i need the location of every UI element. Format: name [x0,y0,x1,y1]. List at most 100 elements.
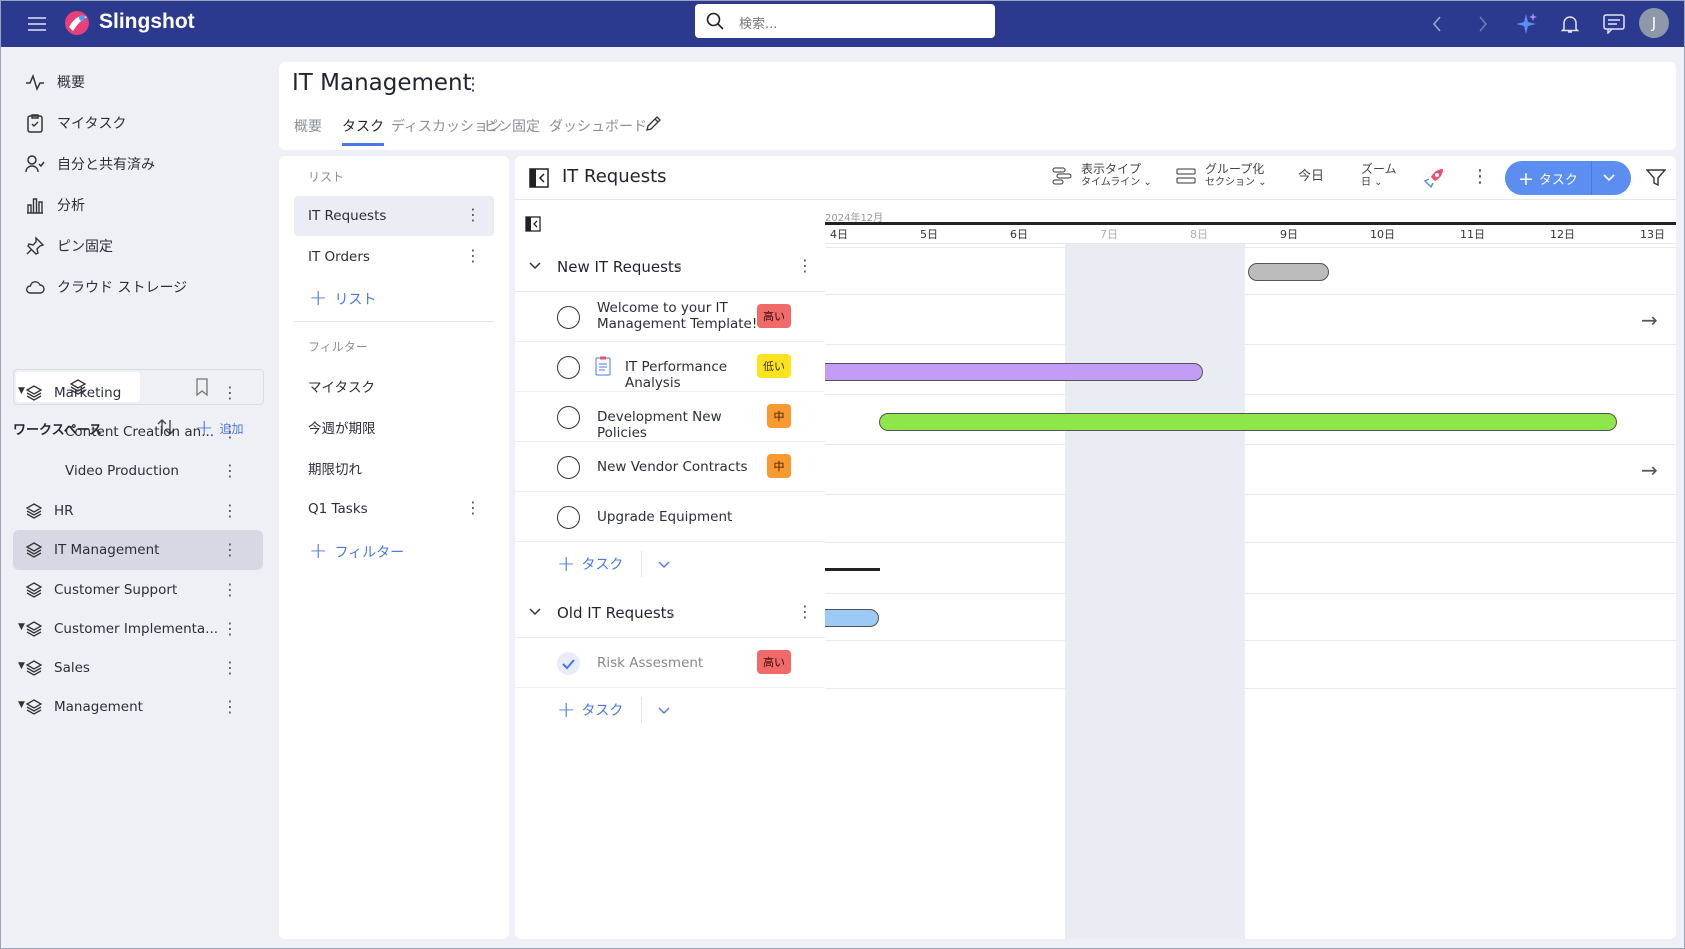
task-checkbox[interactable] [557,456,580,479]
scroll-to-task-arrow-icon[interactable]: → [1641,458,1658,482]
rocket-icon[interactable] [1423,167,1445,193]
workspace-item[interactable]: ▼ Management ⋮ [13,687,263,727]
workspace-more-icon[interactable]: ⋮ [222,580,238,599]
task-complete-checkbox[interactable] [557,652,580,675]
priority-badge[interactable]: 低い [757,354,791,378]
expand-caret-icon[interactable]: ▼ [18,622,25,632]
workspace-item[interactable]: Video Production ⋮ [13,451,263,491]
forward-arrow-icon[interactable] [1469,10,1497,38]
priority-badge[interactable]: 中 [767,454,791,478]
section-more-icon[interactable]: ⋮ [797,602,813,621]
nav-item-shared[interactable]: 自分と共有済み [25,149,265,179]
today-button[interactable]: 今日 [1298,170,1324,184]
task-row[interactable]: Welcome to your IT Management Template! 高… [515,292,825,342]
collapse-task-list-icon[interactable] [525,216,541,236]
task-row[interactable]: Risk Assesment 高い [515,638,825,688]
task-checkbox[interactable] [557,356,580,379]
expand-caret-icon[interactable]: ▼ [18,700,25,710]
tab-dashboard[interactable]: ダッシュボード [549,116,647,136]
list-more-icon[interactable]: ⋮ [465,246,481,265]
hamburger-menu-icon[interactable] [23,10,51,38]
collapse-sidebar-icon[interactable] [529,168,549,192]
list-item-it-orders[interactable]: IT Orders ⋮ [294,237,494,277]
search-input[interactable]: 検索... [695,4,995,38]
tab-pinned[interactable]: ピン固定 [484,116,540,136]
board-more-icon[interactable]: ⋮ [1471,166,1489,187]
add-task-inline-button[interactable]: + タスク [557,697,672,723]
nav-item-analytics[interactable]: 分析 [25,190,265,220]
tab-tasks[interactable]: タスク [342,116,384,146]
section-count: 5 [675,261,682,274]
workspace-more-icon[interactable]: ⋮ [222,461,238,480]
task-row[interactable]: Upgrade Equipment [515,492,825,542]
cloud-icon [26,281,45,294]
scroll-to-task-arrow-icon[interactable]: → [1641,308,1658,332]
add-task-inline-button[interactable]: + タスク [557,551,672,577]
expand-caret-icon[interactable]: ▼ [18,386,25,396]
task-timeline-bar[interactable] [1248,263,1329,281]
task-checkbox[interactable] [557,506,580,529]
edit-tabs-pencil-icon[interactable] [644,115,662,137]
workspace-item[interactable]: ▼ Marketing ⋮ [13,373,263,413]
ai-sparkle-icon[interactable] [1512,10,1540,38]
chevron-down-icon[interactable] [527,603,543,623]
workspace-more-icon[interactable]: ⋮ [222,658,238,677]
filter-more-icon[interactable]: ⋮ [465,498,481,517]
nav-item-pinned[interactable]: ピン固定 [25,231,265,261]
priority-badge[interactable]: 高い [757,650,791,674]
task-row[interactable]: IT Performance Analysis 低い [515,342,825,392]
workspace-label: Content Creation an... [65,424,215,440]
workspace-more-icon[interactable]: ⋮ [222,383,238,402]
nav-item-my-tasks[interactable]: マイタスク [25,108,265,138]
chevron-down-icon[interactable] [527,257,543,277]
workspace-item[interactable]: Customer Support ⋮ [13,570,263,610]
task-timeline-bar[interactable] [825,363,1203,381]
task-checkbox[interactable] [557,406,580,429]
task-timeline-bar[interactable] [825,609,879,627]
section-header[interactable]: New IT Requests 5 ⋮ [515,244,825,292]
view-type-selector[interactable]: 表示タイプ タイムライン ⌄ [1051,162,1152,190]
list-item-it-requests[interactable]: IT Requests ⋮ [294,196,494,236]
workspace-item[interactable]: ▼ Sales ⋮ [13,648,263,688]
add-task-button[interactable]: + タスク [1505,161,1631,195]
workspace-item[interactable]: ▼ Customer Implementa... ⋮ [13,609,263,649]
chevron-down-icon[interactable] [656,556,672,572]
section-header[interactable]: Old IT Requests 1 ⋮ [515,590,825,638]
zoom-selector[interactable]: ズーム日 ⌄ [1361,162,1397,190]
filter-q1-tasks[interactable]: Q1 Tasks ⋮ [294,489,494,529]
filter-funnel-icon[interactable] [1645,168,1667,192]
list-more-icon[interactable]: ⋮ [465,205,481,224]
group-by-selector[interactable]: グループ化 セクション ⌄ [1175,162,1267,190]
workspace-more-icon[interactable]: ⋮ [222,501,238,520]
task-row[interactable]: Development New Policies 中 [515,392,825,442]
filter-due-this-week[interactable]: 今週が期限 [294,407,494,447]
expand-caret-icon[interactable]: ▼ [18,661,25,671]
tab-overview[interactable]: 概要 [294,116,322,136]
project-more-icon[interactable]: ⋮ [464,74,482,95]
filter-my-tasks[interactable]: マイタスク [294,366,494,406]
workspace-more-icon[interactable]: ⋮ [222,540,238,559]
nav-item-overview[interactable]: 概要 [25,67,265,97]
nav-item-cloud-storage[interactable]: クラウド ストレージ [25,272,265,302]
priority-badge[interactable]: 中 [767,404,791,428]
back-arrow-icon[interactable] [1423,10,1451,38]
chevron-down-icon[interactable] [656,702,672,718]
bell-icon[interactable] [1556,10,1584,38]
workspace-item[interactable]: HR ⋮ [13,491,263,531]
add-list-button[interactable]: + リスト [309,286,376,311]
task-checkbox[interactable] [557,306,580,329]
add-filter-button[interactable]: + フィルター [309,539,404,564]
chat-icon[interactable] [1600,10,1628,38]
workspace-more-icon[interactable]: ⋮ [222,619,238,638]
task-timeline-bar[interactable] [879,413,1617,431]
chevron-down-icon[interactable] [1601,169,1617,189]
workspace-item[interactable]: Content Creation an... ⋮ [13,412,263,452]
task-row[interactable]: New Vendor Contracts 中 [515,442,825,492]
workspace-more-icon[interactable]: ⋮ [222,697,238,716]
workspace-item[interactable]: IT Management ⋮ [13,530,263,570]
workspace-more-icon[interactable]: ⋮ [222,422,238,441]
priority-badge[interactable]: 高い [757,304,791,328]
section-more-icon[interactable]: ⋮ [797,256,813,275]
user-avatar[interactable]: J [1639,8,1669,38]
filter-overdue[interactable]: 期限切れ [294,448,494,488]
